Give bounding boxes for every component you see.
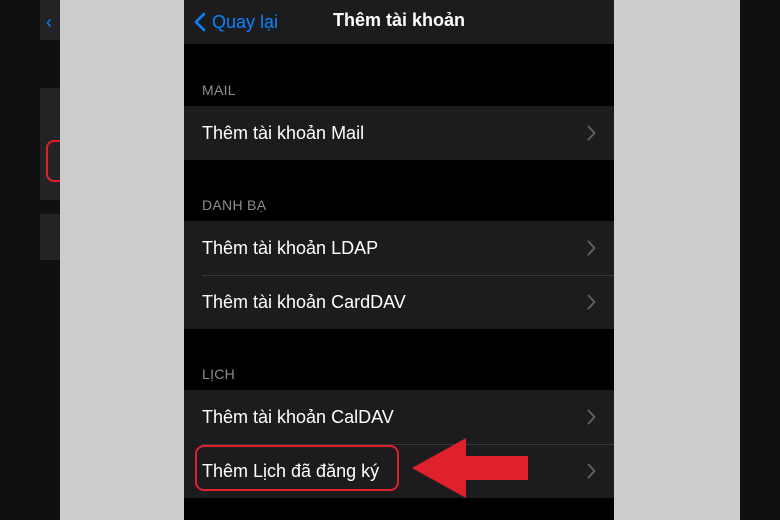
row-label: Thêm tài khoản Mail [202, 122, 365, 143]
mail-group: Thêm tài khoản Mail [184, 106, 614, 160]
add-caldav-account-row[interactable]: Thêm tài khoản CalDAV [184, 390, 614, 444]
chevron-right-icon [587, 294, 596, 310]
row-label: Thêm tài khoản CalDAV [202, 406, 394, 427]
chevron-right-icon [587, 240, 596, 256]
row-label: Thêm tài khoản LDAP [202, 237, 379, 258]
section-header-contacts: DANH BẠ [202, 197, 267, 213]
add-ldap-account-row[interactable]: Thêm tài khoản LDAP [184, 221, 614, 275]
chevron-right-icon [587, 409, 596, 425]
contacts-group: Thêm tài khoản LDAP Thêm tài khoản CardD… [184, 221, 614, 329]
background-screen: ‹ [0, 0, 60, 520]
add-account-screen: Quay lại Thêm tài khoản MAIL Thêm tài kh… [184, 0, 614, 520]
navigation-bar: Quay lại Thêm tài khoản [184, 0, 614, 44]
chevron-right-icon [587, 125, 596, 141]
right-dark-margin [740, 0, 780, 520]
add-carddav-account-row[interactable]: Thêm tài khoản CardDAV [184, 275, 614, 329]
background-back-chevron-icon: ‹ [46, 12, 52, 32]
background-card [40, 214, 60, 260]
right-gray-margin [614, 0, 740, 520]
section-header-calendar: LỊCH [202, 366, 236, 382]
add-mail-account-row[interactable]: Thêm tài khoản Mail [184, 106, 614, 160]
left-gray-margin [60, 0, 184, 520]
page-title: Thêm tài khoản [332, 10, 466, 30]
row-label: Thêm tài khoản CardDAV [202, 291, 406, 312]
red-arrow-icon [412, 438, 528, 498]
highlight-box [195, 445, 399, 491]
background-highlight [46, 140, 60, 182]
chevron-right-icon [587, 463, 596, 479]
section-header-mail: MAIL [202, 82, 236, 98]
